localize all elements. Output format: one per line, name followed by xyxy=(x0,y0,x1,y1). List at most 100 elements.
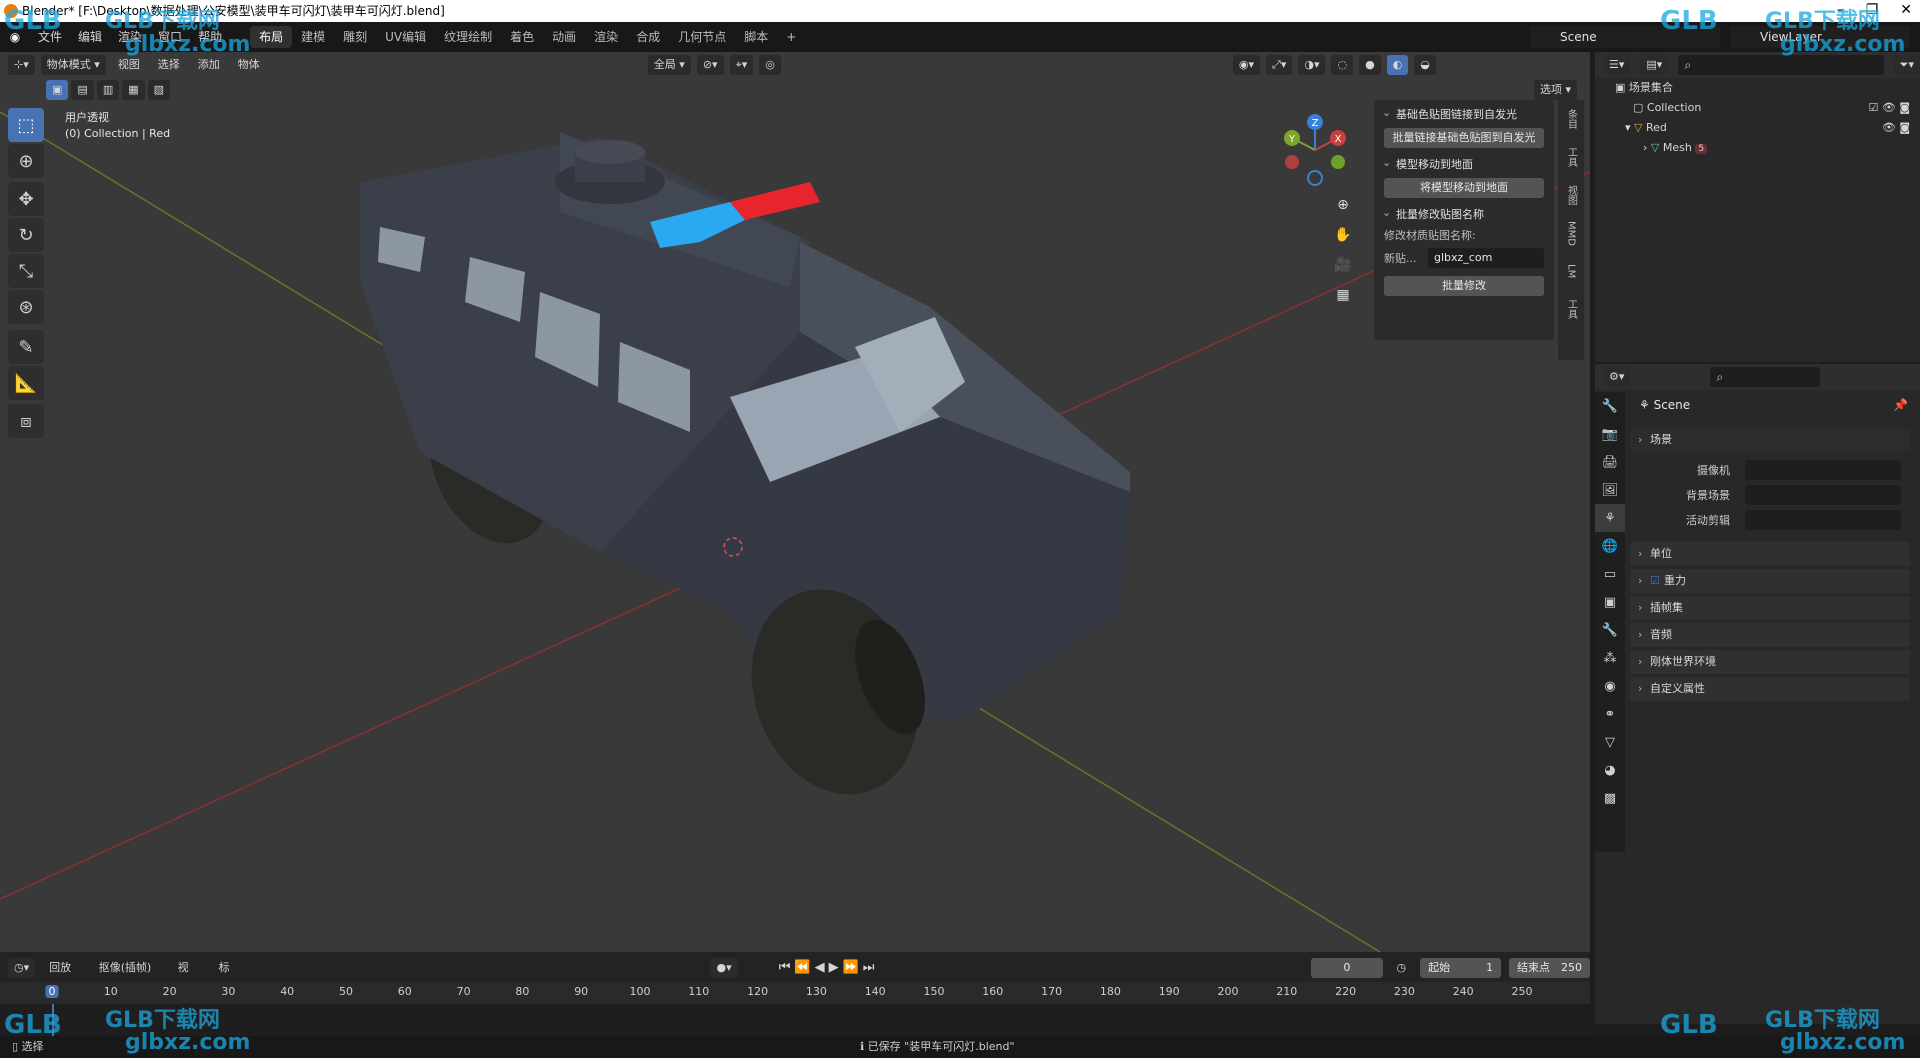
outliner-scene-collection[interactable]: ▣ 场景集合 xyxy=(1595,78,1920,98)
tool-properties-icon[interactable]: 🔧 xyxy=(1595,392,1625,420)
shading-wireframe-icon[interactable]: ◌ xyxy=(1331,55,1354,75)
camera-field[interactable] xyxy=(1745,460,1901,480)
expand-icon[interactable]: ▾ xyxy=(1625,121,1634,134)
menu-select[interactable]: 选择 xyxy=(152,55,186,75)
active-clip-field[interactable] xyxy=(1745,510,1901,530)
npanel-tab-lm[interactable]: LM xyxy=(1558,252,1584,290)
scale-tool-icon[interactable]: ⤡ xyxy=(8,254,44,288)
view-layer-properties-icon[interactable]: 🖼 xyxy=(1595,476,1625,504)
tab-texture-paint[interactable]: 纹理绘制 xyxy=(435,26,501,48)
auto-keying-icon[interactable]: ●▾ xyxy=(710,958,738,978)
tab-scripting[interactable]: 脚本 xyxy=(735,26,777,48)
navigation-gizmo[interactable]: Z X Y xyxy=(1275,110,1355,190)
transform-tool-icon[interactable]: ⊛ xyxy=(8,290,44,324)
npanel-tab-tool[interactable]: 工具 xyxy=(1558,138,1584,176)
outliner-display-mode-icon[interactable]: ▤▾ xyxy=(1640,55,1669,75)
move-to-ground-button[interactable]: 将模型移动到地面 xyxy=(1384,178,1544,198)
gravity-checkbox[interactable]: ☑ xyxy=(1650,569,1660,593)
options-menu[interactable]: 选项 ▾ xyxy=(1534,80,1578,100)
pivot-icon[interactable]: ⊘▾ xyxy=(696,55,724,75)
outliner-item-red[interactable]: ▾ ▽ Red 👁 ◙ xyxy=(1595,118,1920,138)
material-properties-icon[interactable]: ◕ xyxy=(1595,756,1625,784)
editor-type-button[interactable]: ⊹▾ xyxy=(8,55,35,75)
section-move-ground-title[interactable]: 模型移动到地面 xyxy=(1374,152,1554,176)
npanel-tab-view[interactable]: 视图 xyxy=(1558,176,1584,214)
tab-compositing[interactable]: 合成 xyxy=(627,26,669,48)
tab-sculpting[interactable]: 雕刻 xyxy=(334,26,376,48)
playback-controls[interactable]: ⏮⏪◀▶⏩⏭ xyxy=(773,958,885,978)
perspective-grid-icon[interactable]: ▦ xyxy=(1330,282,1356,308)
mode-selector[interactable]: 物体模式 ▾ xyxy=(40,55,106,75)
select-extend-icon[interactable]: ▤ xyxy=(71,80,94,100)
visibility-icon[interactable]: ◉▾ xyxy=(1232,55,1261,75)
section-audio[interactable]: 音频 xyxy=(1630,623,1910,647)
measure-tool-icon[interactable]: 📐 xyxy=(8,366,44,400)
add-cube-tool-icon[interactable]: ⧈ xyxy=(8,404,44,438)
select-intersect-icon[interactable]: ▧ xyxy=(147,80,171,100)
menu-view[interactable]: 视图 xyxy=(112,55,146,75)
shading-rendered-icon[interactable]: ◒ xyxy=(1414,55,1436,75)
modifier-properties-icon[interactable]: 🔧 xyxy=(1595,616,1625,644)
background-scene-field[interactable] xyxy=(1745,485,1901,505)
clock-icon[interactable]: ◷ xyxy=(1391,958,1413,978)
menu-timeline-view[interactable]: 视图 xyxy=(172,958,205,994)
shading-material-icon[interactable]: ◐ xyxy=(1386,55,1409,75)
menu-marker[interactable]: 标记 xyxy=(213,958,246,994)
tab-uv-editing[interactable]: UV编辑 xyxy=(376,26,435,48)
tab-animation[interactable]: 动画 xyxy=(543,26,585,48)
timeline-editor-type-icon[interactable]: ◷▾ xyxy=(8,958,36,978)
pan-hand-icon[interactable]: ✋ xyxy=(1330,222,1356,248)
overlay-toggle-icon[interactable]: ◑▾ xyxy=(1298,55,1326,75)
object-properties-icon[interactable]: ▣ xyxy=(1595,588,1625,616)
new-texture-name-input[interactable]: glbxz_com xyxy=(1428,248,1544,268)
collection-properties-icon[interactable]: ▭ xyxy=(1595,560,1625,588)
start-frame-field[interactable]: 起始 1 xyxy=(1420,958,1502,978)
timeline-ruler[interactable]: 0 10 20 30 40 50 60 70 80 90 100 110 120 130 140 150 160… xyxy=(0,982,1590,1004)
expand-icon[interactable]: › xyxy=(1643,141,1651,154)
collection-visibility-icons[interactable]: ☑ 👁 ◙ xyxy=(1869,98,1911,118)
outliner-item-collection[interactable]: ▢ Collection ☑ 👁 ◙ xyxy=(1595,98,1920,118)
output-properties-icon[interactable]: 🖨 xyxy=(1595,448,1625,476)
snap-icon[interactable]: ⌖▾ xyxy=(729,55,754,75)
npanel-tab-mmd[interactable]: MMD xyxy=(1558,214,1584,252)
current-frame-field[interactable]: 0 xyxy=(1311,958,1383,978)
section-rigid-body-world[interactable]: 刚体世界环境 xyxy=(1630,650,1910,674)
select-new-icon[interactable]: ▣ xyxy=(46,80,69,100)
section-rename-texture-title[interactable]: 批量修改贴图名称 xyxy=(1374,202,1554,226)
select-invert-icon[interactable]: ▦ xyxy=(122,80,145,100)
rotate-tool-icon[interactable]: ↻ xyxy=(8,218,44,252)
particle-properties-icon[interactable]: ⁂ xyxy=(1595,644,1625,672)
physics-properties-icon[interactable]: ◉ xyxy=(1595,672,1625,700)
annotate-tool-icon[interactable]: ✎ xyxy=(8,330,44,364)
tab-shading[interactable]: 着色 xyxy=(501,26,543,48)
constraint-properties-icon[interactable]: ⚭ xyxy=(1595,700,1625,728)
move-tool-icon[interactable]: ✥ xyxy=(8,182,44,216)
properties-editor-type-icon[interactable]: ⚙▾ xyxy=(1603,367,1631,387)
section-scene[interactable]: 场景 xyxy=(1630,428,1910,452)
zoom-icon[interactable]: ⊕ xyxy=(1330,192,1356,218)
tab-layout[interactable]: 布局 xyxy=(250,26,293,48)
outliner-item-mesh[interactable]: › ▽ Mesh 5 xyxy=(1595,138,1920,158)
outliner-search-input[interactable]: ⌕ xyxy=(1678,55,1884,75)
close-button[interactable]: ✕ xyxy=(1900,0,1912,22)
texture-properties-icon[interactable]: ▩ xyxy=(1595,784,1625,812)
outliner-editor-type-icon[interactable]: ☰▾ xyxy=(1603,55,1631,75)
tab-geometry-nodes[interactable]: 几何节点 xyxy=(669,26,735,48)
scene-properties-icon[interactable]: ⚘ xyxy=(1595,504,1625,532)
link-basecolor-emission-button[interactable]: 批量链接基础色贴图到自发光 xyxy=(1384,128,1544,148)
object-visibility-icons[interactable]: 👁 ◙ xyxy=(1882,118,1910,138)
proportional-edit-icon[interactable]: ◎ xyxy=(759,55,781,75)
batch-rename-button[interactable]: 批量修改 xyxy=(1384,276,1544,296)
section-keying-sets[interactable]: 插帧集 xyxy=(1630,596,1910,620)
menu-playback[interactable]: 回放 ▾ xyxy=(43,958,85,994)
menu-add[interactable]: 添加 xyxy=(192,55,226,75)
menu-keying[interactable]: 抠像(插帧) ▾ xyxy=(93,958,164,994)
end-frame-field[interactable]: 结束点 250 xyxy=(1509,958,1590,978)
gizmo-toggle-icon[interactable]: ⤢▾ xyxy=(1266,55,1293,75)
tab-modeling[interactable]: 建模 xyxy=(292,26,334,48)
world-properties-icon[interactable]: 🌐 xyxy=(1595,532,1625,560)
section-custom-properties[interactable]: 自定义属性 xyxy=(1630,677,1910,701)
section-units[interactable]: 单位 xyxy=(1630,542,1910,566)
data-properties-icon[interactable]: ▽ xyxy=(1595,728,1625,756)
npanel-tab-tool-2[interactable]: 工具 xyxy=(1558,290,1584,328)
